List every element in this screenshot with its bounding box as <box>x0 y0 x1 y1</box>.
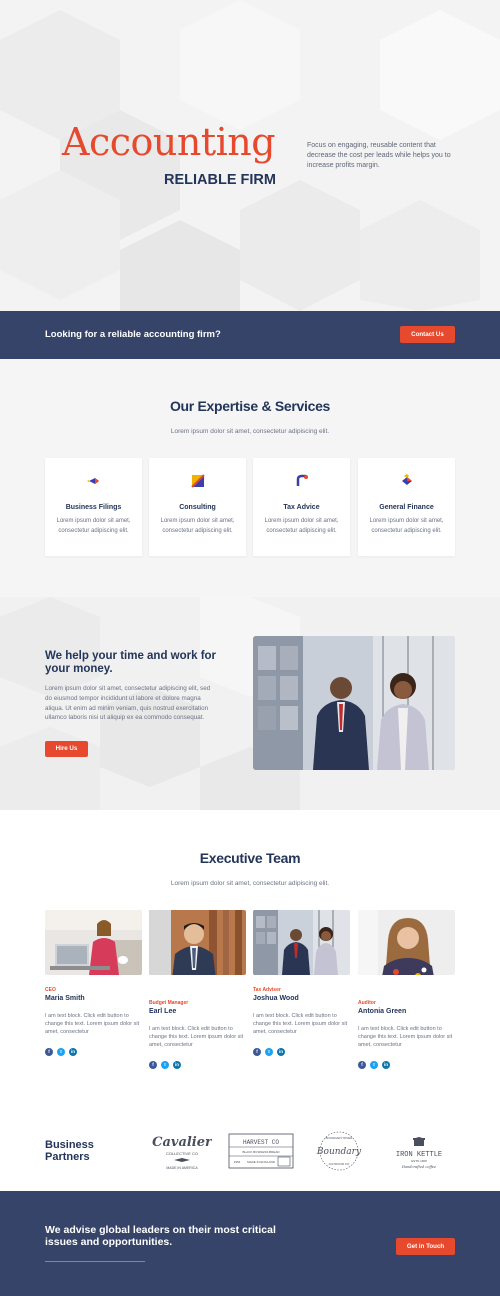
service-card-text: Lorem ipsum dolor sit amet, consectetur … <box>369 518 444 534</box>
boundary-logo-bottom: OUTDOOR CO <box>329 1162 350 1166</box>
twitter-icon[interactable]: t <box>161 1061 169 1069</box>
service-card-title: General Finance <box>379 504 434 511</box>
expertise-subtitle: Lorem ipsum dolor sit amet, consectetur … <box>170 428 330 435</box>
partners-title: Business Partners <box>45 1139 94 1163</box>
finance-icon <box>402 474 412 485</box>
service-card-text: Lorem ipsum dolor sit amet, consectetur … <box>160 518 235 534</box>
service-card-general-finance[interactable]: General Finance Lorem ipsum dolor sit am… <box>358 458 455 556</box>
kettle-logo-name: IRON KETTLE <box>396 1151 442 1159</box>
team-role: CEO <box>45 987 56 993</box>
facebook-icon[interactable]: f <box>253 1048 261 1056</box>
contact-us-button[interactable]: Contact Us <box>400 326 455 343</box>
linkedin-icon[interactable]: in <box>173 1061 181 1069</box>
team-description: I am text block. Click edit button to ch… <box>149 1026 244 1049</box>
banner-text: Looking for a reliable accounting firm? <box>45 329 221 340</box>
hire-us-button[interactable]: Hire Us <box>45 741 88 757</box>
service-card-title: Consulting <box>179 504 216 511</box>
help-title: We help your time and work for your mone… <box>45 650 217 675</box>
kettle-logo-line2: Handcrafted coffee <box>401 1165 436 1169</box>
hero-title: Accounting <box>62 120 276 164</box>
consulting-icon <box>191 474 205 488</box>
harvest-logo-line2: MADE IN ENGLAND <box>247 1160 276 1164</box>
service-card-text: Lorem ipsum dolor sit amet, consectetur … <box>264 518 339 534</box>
expertise-title: Our Expertise & Services <box>169 398 331 414</box>
partner-logo-harvest: HARVEST CO BLACK BUSINESS BREAD 1954 MAD… <box>228 1133 294 1169</box>
partner-logo-iron-kettle: IRON KETTLE ESTD 1908 Handcrafted coffee <box>396 1137 442 1169</box>
team-name: Antonia Green <box>358 1008 407 1015</box>
team-role: Tax Adviser <box>253 987 281 993</box>
cavalier-logo-line1: COLLECTIVE CO <box>166 1151 198 1156</box>
team-photo-antonia <box>358 910 455 975</box>
team-name: Earl Lee <box>149 1008 177 1015</box>
partner-logo-boundary: BOUNDARY RIVER Boundary OUTDOOR CO <box>316 1131 362 1171</box>
linkedin-icon[interactable]: in <box>382 1061 390 1069</box>
linkedin-icon[interactable]: in <box>277 1048 285 1056</box>
hero-subtitle: RELIABLE FIRM <box>164 172 276 188</box>
team-description: I am text block. Click edit button to ch… <box>45 1013 140 1036</box>
team-photo-joshua <box>253 910 350 975</box>
business-people-photo <box>253 636 455 770</box>
twitter-icon[interactable]: t <box>370 1061 378 1069</box>
service-card-title: Business Filings <box>65 504 122 511</box>
team-title: Executive Team <box>199 850 301 866</box>
team-description: I am text block. Click edit button to ch… <box>253 1013 348 1036</box>
kettle-logo-line1: ESTD 1908 <box>411 1159 427 1163</box>
harvest-logo-year: 1954 <box>234 1160 241 1164</box>
team-description: I am text block. Click edit button to ch… <box>358 1026 453 1049</box>
harvest-logo-name: HARVEST CO <box>243 1139 279 1146</box>
service-card-text: Lorem ipsum dolor sit amet, consectetur … <box>56 518 131 534</box>
boundary-logo-name: Boundary <box>316 1147 362 1157</box>
cta-title: We advise global leaders on their most c… <box>45 1224 276 1248</box>
tax-advice-icon <box>296 474 308 486</box>
team-role: Budget Manager <box>149 1000 189 1006</box>
service-card-tax-advice[interactable]: Tax Advice Lorem ipsum dolor sit amet, c… <box>253 458 350 556</box>
service-card-business-filings[interactable]: Business Filings Lorem ipsum dolor sit a… <box>45 458 142 556</box>
boundary-logo-top: BOUNDARY RIVER <box>326 1136 354 1140</box>
hero-section: Accounting RELIABLE FIRM Focus on engagi… <box>0 0 500 311</box>
facebook-icon[interactable]: f <box>45 1048 53 1056</box>
team-photo-earl <box>149 910 246 975</box>
service-card-title: Tax Advice <box>283 504 320 511</box>
team-name: Maria Smith <box>45 995 85 1002</box>
facebook-icon[interactable]: f <box>149 1061 157 1069</box>
harvest-logo-line1: BLACK BUSINESS BREAD <box>242 1150 280 1154</box>
cta-divider <box>45 1261 145 1262</box>
pencil-icon <box>87 478 99 484</box>
help-body: Lorem ipsum dolor sit amet, consectetur … <box>45 685 211 722</box>
facebook-icon[interactable]: f <box>358 1061 366 1069</box>
service-card-consulting[interactable]: Consulting Lorem ipsum dolor sit amet, c… <box>149 458 246 556</box>
cavalier-logo-line2: MADE IN AMERICA <box>166 1166 198 1170</box>
team-subtitle: Lorem ipsum dolor sit amet, consectetur … <box>170 880 330 887</box>
team-role: Auditor <box>358 1000 376 1006</box>
get-in-touch-button[interactable]: Get in Touch <box>396 1238 455 1255</box>
partner-logo-cavalier: Cavalier COLLECTIVE CO MADE IN AMERICA <box>152 1135 212 1170</box>
team-photo-maria <box>45 910 142 975</box>
linkedin-icon[interactable]: in <box>69 1048 77 1056</box>
twitter-icon[interactable]: t <box>57 1048 65 1056</box>
cavalier-logo-name: Cavalier <box>152 1135 212 1150</box>
hero-description: Focus on engaging, reusable content that… <box>307 142 451 169</box>
twitter-icon[interactable]: t <box>265 1048 273 1056</box>
team-name: Joshua Wood <box>253 995 299 1002</box>
